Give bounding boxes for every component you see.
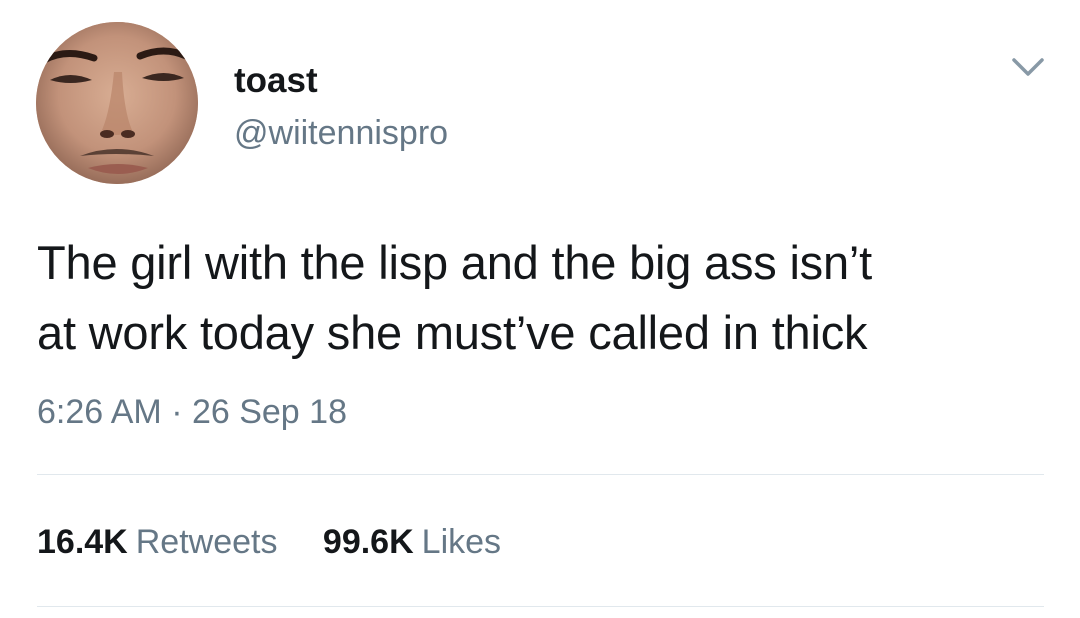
retweets-count: 16.4K (37, 523, 128, 561)
avatar[interactable] (36, 22, 198, 184)
retweets-label: Retweets (135, 523, 278, 561)
likes-label: Likes (421, 523, 502, 561)
divider (37, 606, 1044, 607)
tweet-timestamp[interactable]: 6:26 AM · 26 Sep 18 (37, 390, 347, 434)
likes-count: 99.6K (322, 523, 414, 561)
face-photo (36, 22, 198, 184)
retweets-stat[interactable]: 16.4K Retweets (37, 520, 277, 564)
likes-stat[interactable]: 99.6K Likes (323, 520, 501, 564)
tweet-text-line: at work today she must’ve called in thic… (37, 306, 868, 359)
chevron-down-icon[interactable] (1008, 52, 1048, 82)
tweet-stats: 16.4K Retweets 99.6K Likes (37, 520, 537, 564)
divider (37, 474, 1044, 475)
tweet-card: toast @wiitennispro The girl with the li… (0, 0, 1080, 618)
tweet-text: The girl with the lisp and the big ass i… (37, 228, 1057, 368)
tweet-text-line: The girl with the lisp and the big ass i… (37, 236, 873, 289)
user-handle[interactable]: @wiitennispro (234, 112, 448, 154)
display-name[interactable]: toast (234, 60, 318, 102)
